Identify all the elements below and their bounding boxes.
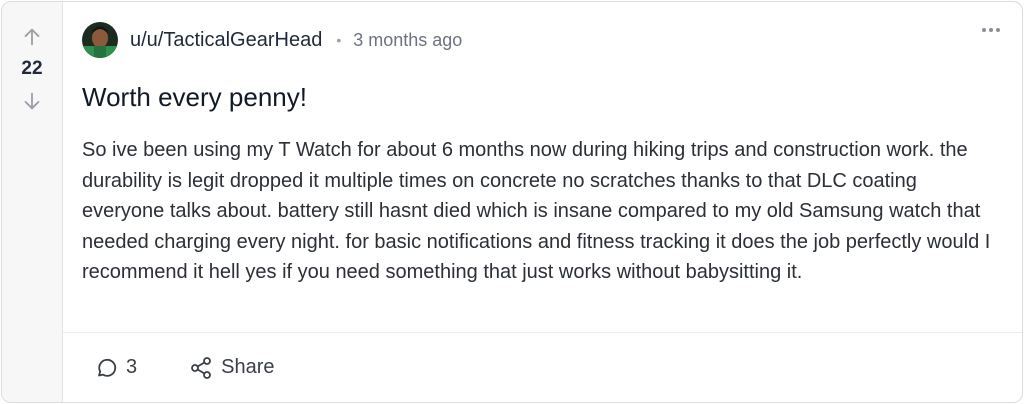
comment-icon bbox=[98, 358, 117, 377]
downvote-button[interactable] bbox=[17, 86, 47, 116]
comment-actions: 3 Share bbox=[63, 332, 1022, 402]
arrow-up-icon bbox=[24, 28, 40, 46]
vote-rail: 22 bbox=[2, 2, 63, 402]
post-title: Worth every penny! bbox=[82, 82, 307, 112]
share-button[interactable]: Share bbox=[189, 356, 275, 380]
author-username[interactable]: u/u/TacticalGearHead bbox=[130, 29, 322, 52]
comments-button[interactable]: 3 bbox=[94, 356, 137, 380]
timestamp: 3 months ago bbox=[353, 29, 463, 50]
more-dot bbox=[989, 28, 993, 32]
header-separator: • bbox=[336, 32, 342, 48]
comment-card: 22 u/u/TacticalGearHead • 3 months ago W… bbox=[1, 1, 1023, 403]
more-dot bbox=[996, 28, 1000, 32]
more-horizontal-icon bbox=[982, 28, 986, 32]
arrow-down-icon bbox=[24, 92, 40, 110]
share-label: Share bbox=[221, 356, 275, 378]
comment-header: u/u/TacticalGearHead • 3 months ago bbox=[82, 20, 1002, 60]
post-body: So ive been using my T Watch for about 6… bbox=[82, 139, 991, 284]
share-icon bbox=[191, 356, 212, 379]
comment-main: u/u/TacticalGearHead • 3 months ago Wort… bbox=[63, 2, 1022, 402]
comment-count: 3 bbox=[126, 356, 138, 378]
upvote-button[interactable] bbox=[17, 22, 47, 52]
vote-count: 22 bbox=[21, 58, 43, 79]
more-options-button[interactable] bbox=[982, 28, 1000, 32]
avatar[interactable] bbox=[82, 22, 118, 58]
comment-content: u/u/TacticalGearHead • 3 months ago Wort… bbox=[63, 2, 1022, 332]
